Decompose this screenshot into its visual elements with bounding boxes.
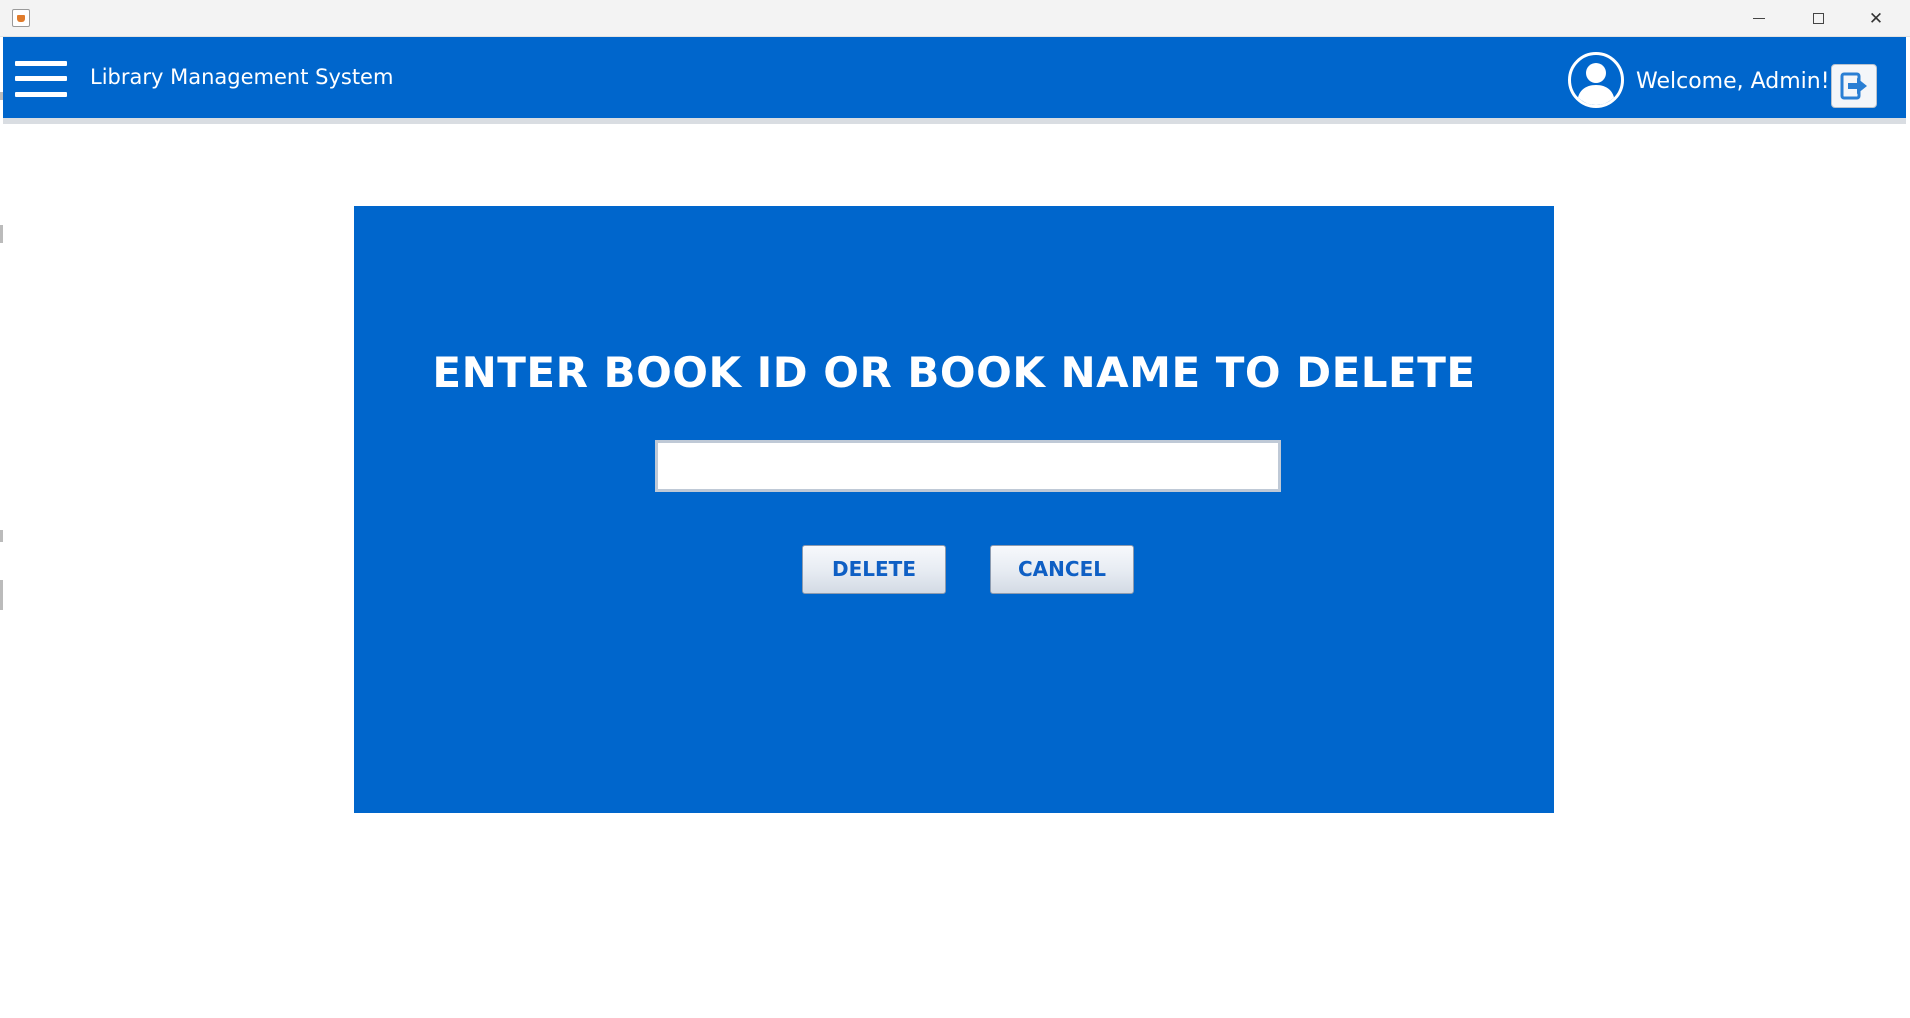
app-header: Library Management System Welcome, Admin… bbox=[3, 37, 1906, 118]
cancel-button[interactable]: CANCEL bbox=[990, 545, 1134, 594]
delete-button[interactable]: DELETE bbox=[802, 545, 946, 594]
app-title: Library Management System bbox=[90, 65, 394, 89]
window-edge-mark bbox=[0, 225, 3, 243]
window-edge-mark bbox=[0, 580, 3, 610]
maximize-icon bbox=[1812, 13, 1824, 24]
book-id-or-name-input[interactable] bbox=[655, 440, 1281, 492]
java-app-icon bbox=[12, 9, 30, 27]
delete-book-panel: ENTER BOOK ID OR BOOK NAME TO DELETE DEL… bbox=[354, 206, 1554, 813]
minimize-button[interactable] bbox=[1730, 0, 1788, 37]
logout-icon bbox=[1840, 72, 1867, 100]
minimize-icon bbox=[1753, 18, 1765, 19]
window-edge-mark bbox=[0, 530, 3, 542]
close-button[interactable]: ✕ bbox=[1847, 0, 1905, 37]
welcome-message: Welcome, Admin! bbox=[1636, 69, 1830, 94]
header-divider bbox=[3, 118, 1906, 124]
hamburger-menu-icon[interactable] bbox=[15, 61, 67, 97]
window-titlebar: ✕ bbox=[0, 0, 1910, 37]
logout-button[interactable] bbox=[1831, 64, 1877, 108]
maximize-button[interactable] bbox=[1789, 0, 1847, 37]
user-avatar-icon bbox=[1568, 52, 1624, 108]
app-window: ✕ Library Management System Welcome, Adm… bbox=[0, 0, 1910, 1018]
panel-title: ENTER BOOK ID OR BOOK NAME TO DELETE bbox=[432, 348, 1476, 397]
close-icon: ✕ bbox=[1868, 8, 1884, 29]
